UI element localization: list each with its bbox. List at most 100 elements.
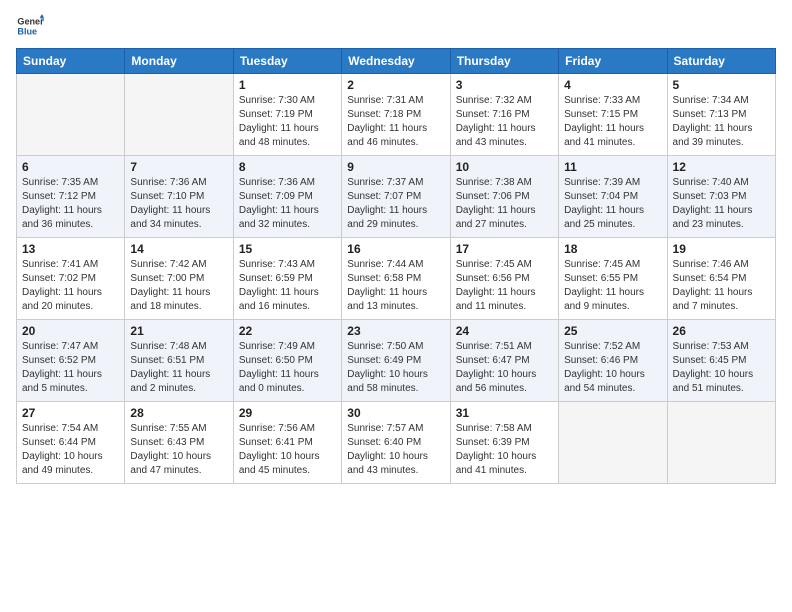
day-number: 18 <box>564 242 661 256</box>
day-info: Sunrise: 7:45 AMSunset: 6:55 PMDaylight:… <box>564 258 661 314</box>
day-info: Sunrise: 7:41 AMSunset: 7:02 PMDaylight:… <box>22 258 119 314</box>
day-number: 4 <box>564 78 661 92</box>
day-number: 27 <box>22 406 119 420</box>
calendar-week-row: 20 Sunrise: 7:47 AMSunset: 6:52 PMDayligh… <box>17 320 776 402</box>
day-info: Sunrise: 7:46 AMSunset: 6:54 PMDaylight:… <box>673 258 770 314</box>
day-info: Sunrise: 7:40 AMSunset: 7:03 PMDaylight:… <box>673 176 770 232</box>
day-info: Sunrise: 7:55 AMSunset: 6:43 PMDaylight:… <box>130 422 227 478</box>
day-number: 3 <box>456 78 553 92</box>
calendar-week-row: 13 Sunrise: 7:41 AMSunset: 7:02 PMDayligh… <box>17 238 776 320</box>
svg-text:General: General <box>17 17 44 27</box>
weekday-header-thursday: Thursday <box>450 49 558 74</box>
day-info: Sunrise: 7:44 AMSunset: 6:58 PMDaylight:… <box>347 258 444 314</box>
day-number: 13 <box>22 242 119 256</box>
calendar-week-row: 6 Sunrise: 7:35 AMSunset: 7:12 PMDaylight… <box>17 156 776 238</box>
svg-text:Blue: Blue <box>17 26 37 36</box>
calendar-cell: 3 Sunrise: 7:32 AMSunset: 7:16 PMDaylight… <box>450 74 558 156</box>
day-number: 9 <box>347 160 444 174</box>
calendar-cell: 2 Sunrise: 7:31 AMSunset: 7:18 PMDaylight… <box>342 74 450 156</box>
calendar-cell: 26Sunrise: 7:53 AMSunset: 6:45 PMDayligh… <box>667 320 775 402</box>
day-info: Sunrise: 7:51 AMSunset: 6:47 PMDaylight:… <box>456 340 553 396</box>
day-info: Sunrise: 7:50 AMSunset: 6:49 PMDaylight:… <box>347 340 444 396</box>
day-number: 22 <box>239 324 336 338</box>
day-info: Sunrise: 7:58 AMSunset: 6:39 PMDaylight:… <box>456 422 553 478</box>
logo: General Blue <box>16 12 44 40</box>
day-number: 19 <box>673 242 770 256</box>
day-info: Sunrise: 7:43 AMSunset: 6:59 PMDaylight:… <box>239 258 336 314</box>
day-info: Sunrise: 7:35 AMSunset: 7:12 PMDaylight:… <box>22 176 119 232</box>
day-number: 16 <box>347 242 444 256</box>
day-info: Sunrise: 7:54 AMSunset: 6:44 PMDaylight:… <box>22 422 119 478</box>
day-number: 23 <box>347 324 444 338</box>
calendar-cell: 27 Sunrise: 7:54 AMSunset: 6:44 PMDayligh… <box>17 402 125 484</box>
calendar-cell: 29 Sunrise: 7:56 AMSunset: 6:41 PMDayligh… <box>233 402 341 484</box>
calendar-cell: 17 Sunrise: 7:45 AMSunset: 6:56 PMDayligh… <box>450 238 558 320</box>
weekday-header-sunday: Sunday <box>17 49 125 74</box>
day-info: Sunrise: 7:48 AMSunset: 6:51 PMDaylight:… <box>130 340 227 396</box>
calendar-cell: 24 Sunrise: 7:51 AMSunset: 6:47 PMDayligh… <box>450 320 558 402</box>
calendar-cell: 7Sunrise: 7:36 AMSunset: 7:10 PMDaylight… <box>125 156 233 238</box>
day-number: 24 <box>456 324 553 338</box>
weekday-header-tuesday: Tuesday <box>233 49 341 74</box>
calendar-cell: 25 Sunrise: 7:52 AMSunset: 6:46 PMDayligh… <box>559 320 667 402</box>
weekday-header-monday: Monday <box>125 49 233 74</box>
calendar-cell: 10 Sunrise: 7:38 AMSunset: 7:06 PMDayligh… <box>450 156 558 238</box>
day-info: Sunrise: 7:52 AMSunset: 6:46 PMDaylight:… <box>564 340 661 396</box>
day-info: Sunrise: 7:38 AMSunset: 7:06 PMDaylight:… <box>456 176 553 232</box>
calendar-cell: 1Sunrise: 7:30 AMSunset: 7:19 PMDaylight… <box>233 74 341 156</box>
calendar-header-row: SundayMondayTuesdayWednesdayThursdayFrid… <box>17 49 776 74</box>
day-number: 5 <box>673 78 770 92</box>
calendar-week-row: 27 Sunrise: 7:54 AMSunset: 6:44 PMDayligh… <box>17 402 776 484</box>
day-info: Sunrise: 7:36 AMSunset: 7:09 PMDaylight:… <box>239 176 336 232</box>
day-number: 31 <box>456 406 553 420</box>
day-info: Sunrise: 7:31 AMSunset: 7:18 PMDaylight:… <box>347 94 444 150</box>
calendar-cell: 9Sunrise: 7:37 AMSunset: 7:07 PMDaylight… <box>342 156 450 238</box>
day-number: 21 <box>130 324 227 338</box>
day-info: Sunrise: 7:49 AMSunset: 6:50 PMDaylight:… <box>239 340 336 396</box>
day-info: Sunrise: 7:47 AMSunset: 6:52 PMDaylight:… <box>22 340 119 396</box>
calendar-cell: 30 Sunrise: 7:57 AMSunset: 6:40 PMDayligh… <box>342 402 450 484</box>
day-info: Sunrise: 7:34 AMSunset: 7:13 PMDaylight:… <box>673 94 770 150</box>
day-number: 12 <box>673 160 770 174</box>
day-number: 28 <box>130 406 227 420</box>
day-number: 17 <box>456 242 553 256</box>
calendar-cell: 8 Sunrise: 7:36 AMSunset: 7:09 PMDaylight… <box>233 156 341 238</box>
calendar-cell: 4Sunrise: 7:33 AMSunset: 7:15 PMDaylight… <box>559 74 667 156</box>
calendar-cell: 21 Sunrise: 7:48 AMSunset: 6:51 PMDayligh… <box>125 320 233 402</box>
calendar-cell: 14Sunrise: 7:42 AMSunset: 7:00 PMDayligh… <box>125 238 233 320</box>
weekday-header-saturday: Saturday <box>667 49 775 74</box>
day-number: 11 <box>564 160 661 174</box>
day-info: Sunrise: 7:57 AMSunset: 6:40 PMDaylight:… <box>347 422 444 478</box>
calendar-cell: 18 Sunrise: 7:45 AMSunset: 6:55 PMDayligh… <box>559 238 667 320</box>
calendar-cell: 6 Sunrise: 7:35 AMSunset: 7:12 PMDaylight… <box>17 156 125 238</box>
day-number: 14 <box>130 242 227 256</box>
day-number: 20 <box>22 324 119 338</box>
day-number: 8 <box>239 160 336 174</box>
calendar-cell: 12 Sunrise: 7:40 AMSunset: 7:03 PMDayligh… <box>667 156 775 238</box>
day-number: 26 <box>673 324 770 338</box>
calendar-cell: 5 Sunrise: 7:34 AMSunset: 7:13 PMDaylight… <box>667 74 775 156</box>
calendar-cell: 19 Sunrise: 7:46 AMSunset: 6:54 PMDayligh… <box>667 238 775 320</box>
day-number: 30 <box>347 406 444 420</box>
weekday-header-wednesday: Wednesday <box>342 49 450 74</box>
day-number: 25 <box>564 324 661 338</box>
calendar-cell: 31 Sunrise: 7:58 AMSunset: 6:39 PMDayligh… <box>450 402 558 484</box>
calendar-cell <box>667 402 775 484</box>
calendar-cell: 11Sunrise: 7:39 AMSunset: 7:04 PMDayligh… <box>559 156 667 238</box>
calendar-cell: 28 Sunrise: 7:55 AMSunset: 6:43 PMDayligh… <box>125 402 233 484</box>
day-number: 7 <box>130 160 227 174</box>
day-number: 1 <box>239 78 336 92</box>
day-number: 15 <box>239 242 336 256</box>
day-number: 10 <box>456 160 553 174</box>
day-info: Sunrise: 7:56 AMSunset: 6:41 PMDaylight:… <box>239 422 336 478</box>
calendar-table: SundayMondayTuesdayWednesdayThursdayFrid… <box>16 48 776 484</box>
day-number: 6 <box>22 160 119 174</box>
day-number: 29 <box>239 406 336 420</box>
day-number: 2 <box>347 78 444 92</box>
calendar-cell: 15 Sunrise: 7:43 AMSunset: 6:59 PMDayligh… <box>233 238 341 320</box>
day-info: Sunrise: 7:32 AMSunset: 7:16 PMDaylight:… <box>456 94 553 150</box>
calendar-cell <box>125 74 233 156</box>
day-info: Sunrise: 7:45 AMSunset: 6:56 PMDaylight:… <box>456 258 553 314</box>
calendar-cell: 22 Sunrise: 7:49 AMSunset: 6:50 PMDayligh… <box>233 320 341 402</box>
calendar-cell: 13 Sunrise: 7:41 AMSunset: 7:02 PMDayligh… <box>17 238 125 320</box>
